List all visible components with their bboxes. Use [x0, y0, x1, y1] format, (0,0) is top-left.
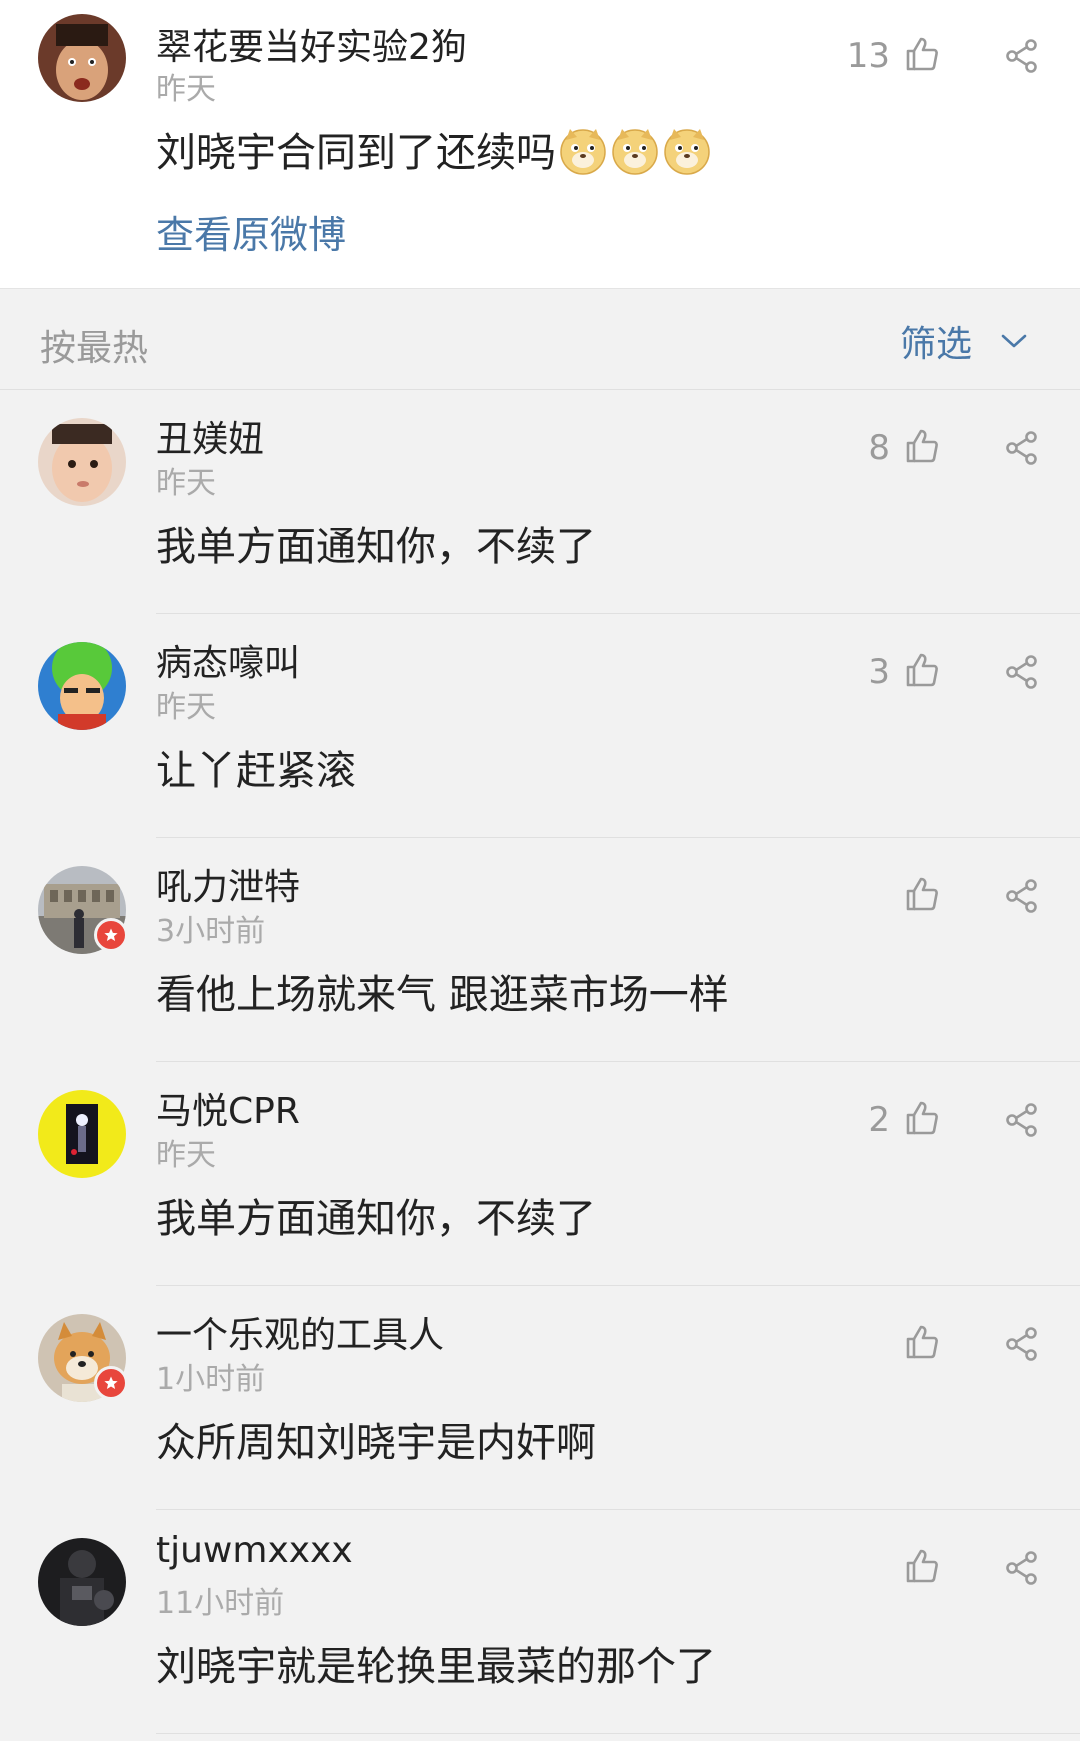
post-author-avatar[interactable]	[38, 14, 126, 102]
commenter-avatar[interactable]	[38, 866, 128, 954]
comment-text: 让丫赶紧滚	[156, 748, 356, 794]
comment-text: 看他上场就来气 跟逛菜市场一样	[156, 972, 729, 1018]
emoji-group	[556, 129, 712, 176]
commenter-avatar[interactable]	[38, 1090, 126, 1178]
comment-like-button[interactable]: 3	[868, 652, 940, 692]
comment-list: 丑媄妞 昨天 我单方面通知你，不续了 8 病态嚎叫 昨天 让丫赶紧滚 3 吼力泄…	[0, 390, 1080, 1734]
comment-share-button[interactable]	[1004, 430, 1040, 470]
share-icon	[1004, 1327, 1040, 1366]
share-icon	[1004, 1551, 1040, 1590]
thumbs-up-icon	[904, 36, 940, 76]
filter-dropdown[interactable]: 筛选	[900, 315, 1028, 367]
comment-text: 众所周知刘晓宇是内奸啊	[156, 1420, 596, 1466]
share-icon	[1004, 655, 1040, 694]
commenter-name[interactable]: tjuwmxxxx	[156, 1530, 353, 1571]
post-time: 昨天	[156, 72, 216, 107]
comment-item: 马悦CPR 昨天 我单方面通知你，不续了 2	[0, 1062, 1080, 1286]
thumbs-up-icon	[904, 1100, 940, 1140]
comment-text: 我单方面通知你，不续了	[156, 1196, 596, 1242]
share-icon	[1004, 39, 1040, 78]
thumbs-up-icon	[904, 428, 940, 468]
commenter-avatar[interactable]	[38, 418, 126, 506]
comment-time: 昨天	[156, 690, 216, 725]
commenter-name[interactable]: 病态嚎叫	[156, 634, 300, 686]
sort-by-hot-label[interactable]: 按最热	[40, 319, 148, 371]
commenter-name[interactable]: 一个乐观的工具人	[156, 1306, 444, 1358]
comment-like-button[interactable]	[890, 876, 940, 916]
commenter-name[interactable]: 马悦CPR	[156, 1082, 300, 1134]
comment-text: 我单方面通知你，不续了	[156, 524, 596, 570]
share-icon	[1004, 431, 1040, 470]
original-post: 翠花要当好实验2狗 昨天 刘晓宇合同到了还续吗 查看原微博 13	[0, 0, 1080, 289]
post-text-content: 刘晓宇合同到了还续吗	[156, 130, 556, 176]
comment-share-button[interactable]	[1004, 1102, 1040, 1142]
comment-share-button[interactable]	[1004, 1326, 1040, 1366]
share-icon	[1004, 879, 1040, 918]
commenter-avatar[interactable]	[38, 642, 126, 730]
chevron-down-icon	[1000, 332, 1028, 354]
commenter-name[interactable]: 吼力泄特	[156, 858, 300, 910]
post-share-button[interactable]	[1004, 38, 1040, 78]
commenter-avatar[interactable]	[38, 1538, 126, 1626]
comment-item: 一个乐观的工具人 1小时前 众所周知刘晓宇是内奸啊	[0, 1286, 1080, 1510]
comment-text: 刘晓宇就是轮换里最菜的那个了	[156, 1644, 716, 1690]
comment-time: 昨天	[156, 466, 216, 501]
comment-like-count: 3	[868, 652, 890, 692]
comment-item: 病态嚎叫 昨天 让丫赶紧滚 3	[0, 614, 1080, 838]
comment-item: tjuwmxxxx 11小时前 刘晓宇就是轮换里最菜的那个了	[0, 1510, 1080, 1734]
comment-like-button[interactable]: 2	[868, 1100, 940, 1140]
comment-share-button[interactable]	[1004, 1550, 1040, 1590]
comment-time: 3小时前	[156, 914, 266, 949]
view-original-weibo-link[interactable]: 查看原微博	[156, 204, 346, 259]
verified-badge-icon	[94, 918, 128, 952]
commenter-name[interactable]: 丑媄妞	[156, 410, 264, 462]
post-like-button[interactable]: 13	[847, 36, 940, 76]
comment-share-button[interactable]	[1004, 878, 1040, 918]
comment-time: 11小时前	[156, 1586, 285, 1621]
post-author-name[interactable]: 翠花要当好实验2狗	[156, 18, 467, 70]
post-text: 刘晓宇合同到了还续吗	[156, 120, 712, 186]
commenter-avatar[interactable]	[38, 1314, 128, 1402]
comment-divider	[156, 1733, 1080, 1734]
doge-emoji-icon	[662, 126, 712, 186]
verified-badge-icon	[94, 1366, 128, 1400]
comment-share-button[interactable]	[1004, 654, 1040, 694]
thumbs-up-icon	[904, 1548, 940, 1588]
comment-like-count: 8	[868, 428, 890, 468]
comment-like-count: 2	[868, 1100, 890, 1140]
post-like-count: 13	[846, 36, 890, 76]
doge-emoji-icon	[558, 126, 608, 186]
comment-item: 丑媄妞 昨天 我单方面通知你，不续了 8	[0, 390, 1080, 614]
comment-like-button[interactable]: 8	[868, 428, 940, 468]
comment-like-button[interactable]	[890, 1548, 940, 1588]
comment-like-button[interactable]	[890, 1324, 940, 1364]
filter-label: 筛选	[899, 324, 972, 365]
comment-item: 吼力泄特 3小时前 看他上场就来气 跟逛菜市场一样	[0, 838, 1080, 1062]
thumbs-up-icon	[904, 876, 940, 916]
comment-time: 1小时前	[156, 1362, 266, 1397]
share-icon	[1004, 1103, 1040, 1142]
thumbs-up-icon	[904, 652, 940, 692]
comment-time: 昨天	[156, 1138, 216, 1173]
doge-emoji-icon	[610, 126, 660, 186]
sort-bar: 按最热 筛选	[0, 289, 1080, 390]
thumbs-up-icon	[904, 1324, 940, 1364]
